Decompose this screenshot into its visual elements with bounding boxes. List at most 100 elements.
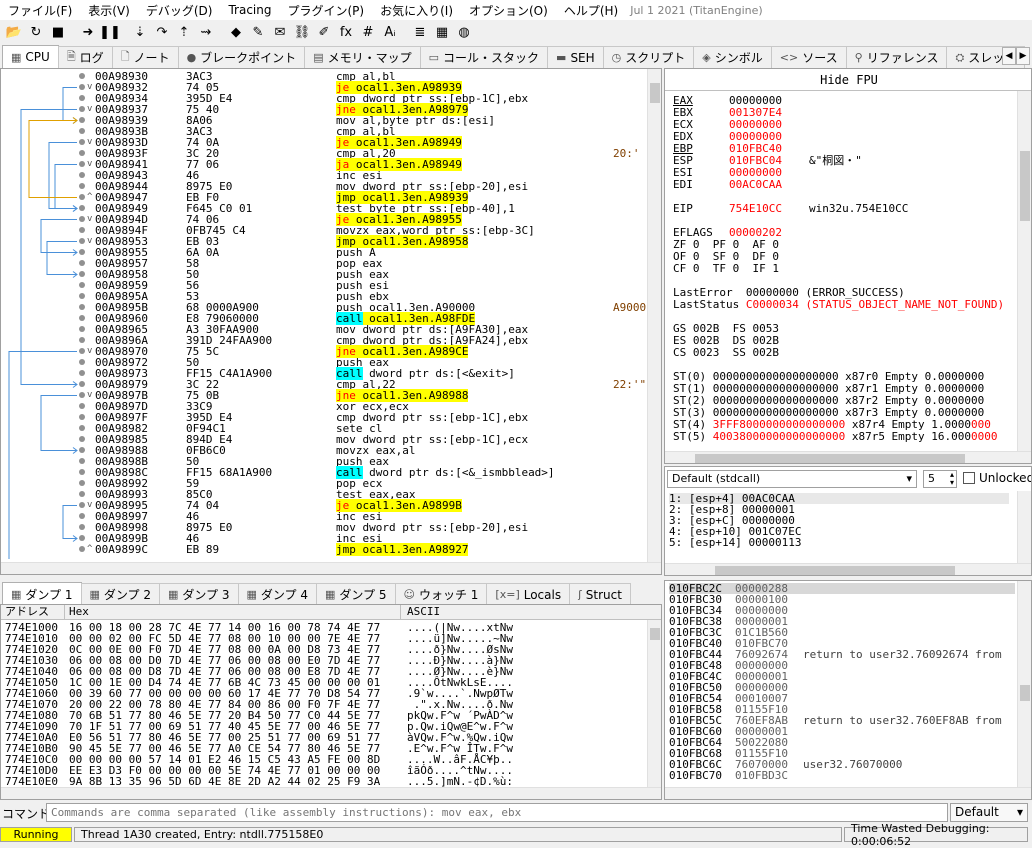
register-line[interactable]: EIP 754E10CC win32u.754E10CC	[673, 203, 908, 215]
open-icon[interactable]: 📂	[4, 22, 24, 42]
tab-script[interactable]: ◷ スクリプト	[602, 46, 695, 68]
argument-row[interactable]: 5: [esp+14] 00000113	[669, 537, 1009, 548]
breakpoint-gutter-dot[interactable]	[79, 260, 85, 266]
highlight-icon[interactable]: ✐	[314, 22, 334, 42]
pause-icon[interactable]: ❚❚	[99, 22, 121, 42]
tab-call-stack[interactable]: ▭ コール・スタック	[419, 46, 549, 68]
label-icon[interactable]: ✉	[270, 22, 290, 42]
registers-view[interactable]: Hide FPU EAX 00000000 EBX 001307E4 ECX 000000…	[664, 68, 1032, 464]
registers-hscroll[interactable]	[665, 451, 1031, 463]
breakpoint-gutter-dot[interactable]	[79, 359, 85, 365]
breakpoint-gutter-dot[interactable]	[79, 370, 85, 376]
tab-scroll-right-icon[interactable]: ▶	[1016, 47, 1030, 65]
breakpoint-gutter-dot[interactable]	[79, 502, 85, 508]
breakpoint-gutter-dot[interactable]	[79, 513, 85, 519]
breakpoint-gutter-dot[interactable]	[79, 425, 85, 431]
breakpoint-gutter-dot[interactable]	[79, 106, 85, 112]
breakpoint-gutter-dot[interactable]	[79, 414, 85, 420]
dump-row[interactable]: 774E10E0 9A 8B 13 35 96 5D 6D 4E 8E 2D A2…	[5, 776, 645, 787]
menu-item[interactable]: デバッグ(D)	[138, 2, 221, 19]
link-icon[interactable]: ⛓	[292, 22, 312, 42]
command-input[interactable]	[46, 803, 948, 822]
menu-item[interactable]: お気に入り(I)	[372, 2, 461, 19]
run-to-user-icon[interactable]: ⇡	[174, 22, 194, 42]
breakpoint-gutter-dot[interactable]	[79, 304, 85, 310]
disassembly-vscroll[interactable]	[647, 69, 661, 562]
breakpoint-gutter-dot[interactable]	[79, 117, 85, 123]
hide-fpu-button[interactable]: Hide FPU	[665, 69, 1031, 91]
step-over-icon[interactable]: ↷	[152, 22, 172, 42]
breakpoint-gutter-dot[interactable]	[79, 205, 85, 211]
arg-count-spinner[interactable]: 5 ▴ ▾	[923, 470, 957, 488]
disassembly-hscroll[interactable]	[1, 562, 661, 574]
breakpoint-gutter-dot[interactable]	[79, 436, 85, 442]
breakpoint-gutter-dot[interactable]	[79, 535, 85, 541]
list-icon[interactable]: ≣	[410, 22, 430, 42]
stop-icon[interactable]: ■	[48, 22, 68, 42]
tab-ウォッチ-1[interactable]: ☺ ウォッチ 1	[394, 583, 488, 605]
breakpoint-gutter-dot[interactable]	[79, 216, 85, 222]
breakpoint-gutter-dot[interactable]	[79, 524, 85, 530]
breakpoint-gutter-dot[interactable]	[79, 337, 85, 343]
tab-ダンプ-5[interactable]: ▦ ダンプ 5	[316, 583, 396, 605]
breakpoint-gutter-dot[interactable]	[79, 403, 85, 409]
restart-icon[interactable]: ↻	[26, 22, 46, 42]
globe-icon[interactable]: ◍	[454, 22, 474, 42]
disassembly-view[interactable]: 00A98930 3AC3 cmp al,bl v 00A98932 74 05 je oc…	[0, 68, 662, 575]
register-line[interactable]: LastStatus C0000034 (STATUS_OBJECT_NAME_…	[673, 299, 1004, 311]
menu-item[interactable]: オプション(O)	[461, 2, 556, 19]
unlocked-checkbox[interactable]	[963, 472, 975, 484]
menu-item[interactable]: プラグイン(P)	[279, 2, 372, 19]
step-into-icon[interactable]: ⇣	[130, 22, 150, 42]
breakpoint-gutter-dot[interactable]	[79, 491, 85, 497]
breakpoint-gutter-dot[interactable]	[79, 480, 85, 486]
arguments-hscroll[interactable]	[665, 563, 1031, 575]
tab-seh[interactable]: ▬ SEH	[547, 46, 604, 68]
tab-references[interactable]: ⚲ リファレンス	[845, 46, 948, 68]
font-icon[interactable]: Aᵢ	[380, 22, 400, 42]
breakpoint-gutter-dot[interactable]	[79, 348, 85, 354]
register-line[interactable]: CF 0 TF 0 IF 1	[673, 263, 779, 275]
breakpoint-gutter-dot[interactable]	[79, 73, 85, 79]
tab-scroll-left-icon[interactable]: ◀	[1002, 47, 1016, 65]
run-icon[interactable]: ➜	[78, 22, 98, 42]
breakpoint-gutter-dot[interactable]	[79, 315, 85, 321]
tab-ダンプ-2[interactable]: ▦ ダンプ 2	[80, 583, 160, 605]
hex-dump-view[interactable]: アドレス Hex ASCII 774E1000 16 00 18 00 28 7C…	[0, 604, 662, 800]
registers-vscroll[interactable]	[1017, 91, 1031, 451]
function-icon[interactable]: fx	[336, 22, 356, 42]
arguments-vscroll[interactable]	[1017, 491, 1031, 563]
breakpoint-gutter-dot[interactable]	[79, 447, 85, 453]
breakpoint-gutter-dot[interactable]	[79, 128, 85, 134]
menu-item[interactable]: ヘルプ(H)	[556, 2, 626, 19]
comment-icon[interactable]: ✎	[248, 22, 268, 42]
tab-ダンプ-1[interactable]: ▦ ダンプ 1	[2, 582, 82, 605]
execute-till-return-icon[interactable]: ⇝	[196, 22, 216, 42]
breakpoint-gutter-dot[interactable]	[79, 326, 85, 332]
tab-memory-map[interactable]: ▤ メモリ・マップ	[304, 46, 421, 68]
tab-locals[interactable]: [x=] Locals	[486, 583, 571, 605]
breakpoint-gutter-dot[interactable]	[79, 194, 85, 200]
tab-log[interactable]: 🗎 ログ	[57, 46, 113, 68]
breakpoint-gutter-dot[interactable]	[79, 238, 85, 244]
register-line[interactable]: EDI 00AC0CAA	[673, 179, 809, 191]
menu-item[interactable]: ファイル(F)	[0, 2, 80, 19]
breakpoint-gutter-dot[interactable]	[79, 381, 85, 387]
tab-cpu[interactable]: ▦ CPU	[2, 45, 59, 68]
breakpoint-gutter-dot[interactable]	[79, 139, 85, 145]
hash-icon[interactable]: #	[358, 22, 378, 42]
command-mode-select[interactable]: Default ▾	[950, 803, 1028, 822]
tab-breakpoint-dot[interactable]: ● ブレークポイント	[177, 46, 306, 68]
breakpoint-gutter-dot[interactable]	[79, 150, 85, 156]
dump-vscroll[interactable]	[647, 620, 661, 787]
stack-hscroll[interactable]	[665, 787, 1031, 799]
register-line[interactable]: ST(5) 40038000000000000000 x87r5 Empty 1…	[673, 431, 998, 443]
breakpoint-gutter-dot[interactable]	[79, 84, 85, 90]
breakpoint-gutter-dot[interactable]	[79, 249, 85, 255]
tab-ダンプ-4[interactable]: ▦ ダンプ 4	[237, 583, 317, 605]
tab-symbol[interactable]: ◈ シンボル	[693, 46, 772, 68]
disasm-row[interactable]: ^ 00A9899C EB 89 jmp ocal1.3en.A98927	[1, 543, 647, 556]
menu-item[interactable]: 表示(V)	[80, 2, 138, 19]
tab-notes[interactable]: 🗋 ノート	[111, 46, 179, 68]
tab-struct[interactable]: ʃ Struct	[569, 583, 631, 605]
